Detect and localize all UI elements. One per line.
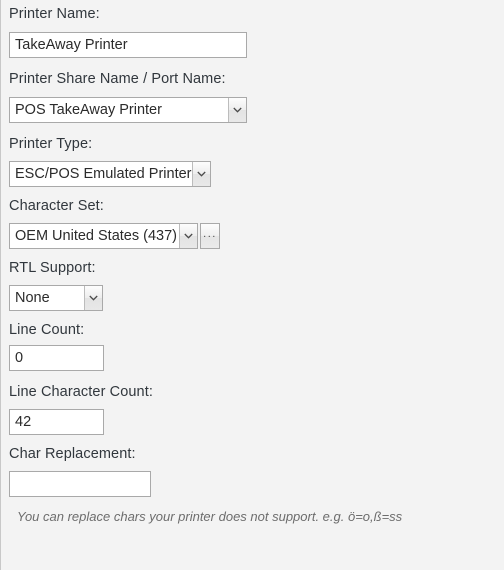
field-printer-type: Printer Type: (1, 137, 92, 152)
printer-share-name-select[interactable]: POS TakeAway Printer (9, 97, 247, 123)
chevron-down-icon[interactable] (84, 286, 102, 310)
ellipsis-icon: ... (203, 227, 217, 240)
line-count-input[interactable] (9, 345, 104, 371)
printer-name-input[interactable] (9, 32, 247, 58)
rtl-support-value: None (15, 290, 50, 306)
printer-type-select[interactable]: ESC/POS Emulated Printer (9, 161, 211, 187)
label-printer-share-name: Printer Share Name / Port Name: (9, 71, 226, 87)
char-replacement-hint: You can replace chars your printer does … (17, 509, 403, 524)
label-line-character-count: Line Character Count: (9, 384, 153, 400)
label-line-count: Line Count: (9, 322, 85, 338)
field-line-count: Line Count: (1, 323, 84, 338)
character-set-control: OEM United States (437) ... (9, 223, 220, 249)
character-set-browse-button[interactable]: ... (200, 223, 220, 249)
printer-share-name-value: POS TakeAway Printer (15, 102, 162, 118)
label-printer-type: Printer Type: (9, 136, 93, 152)
label-rtl-support: RTL Support: (9, 260, 96, 276)
field-character-set: Character Set: (1, 199, 104, 214)
label-printer-name: Printer Name: (9, 6, 100, 22)
label-character-set: Character Set: (9, 198, 104, 214)
field-rtl-support: RTL Support: (1, 261, 96, 276)
label-char-replacement: Char Replacement: (9, 446, 136, 462)
chevron-down-icon[interactable] (179, 224, 197, 248)
field-printer-share-name: Printer Share Name / Port Name: (1, 72, 226, 87)
field-line-character-count: Line Character Count: (1, 385, 153, 400)
chevron-down-icon[interactable] (192, 162, 210, 186)
rtl-support-select[interactable]: None (9, 285, 103, 311)
line-character-count-input[interactable] (9, 409, 104, 435)
printer-type-value: ESC/POS Emulated Printer (15, 166, 192, 182)
chevron-down-icon[interactable] (228, 98, 246, 122)
character-set-select[interactable]: OEM United States (437) (9, 223, 198, 249)
field-printer-name: Printer Name: (1, 7, 100, 22)
char-replacement-input[interactable] (9, 471, 151, 497)
character-set-value: OEM United States (437) (15, 228, 177, 244)
field-char-replacement: Char Replacement: (1, 447, 136, 462)
printer-settings-panel: Printer Name: Printer Share Name / Port … (0, 0, 504, 570)
